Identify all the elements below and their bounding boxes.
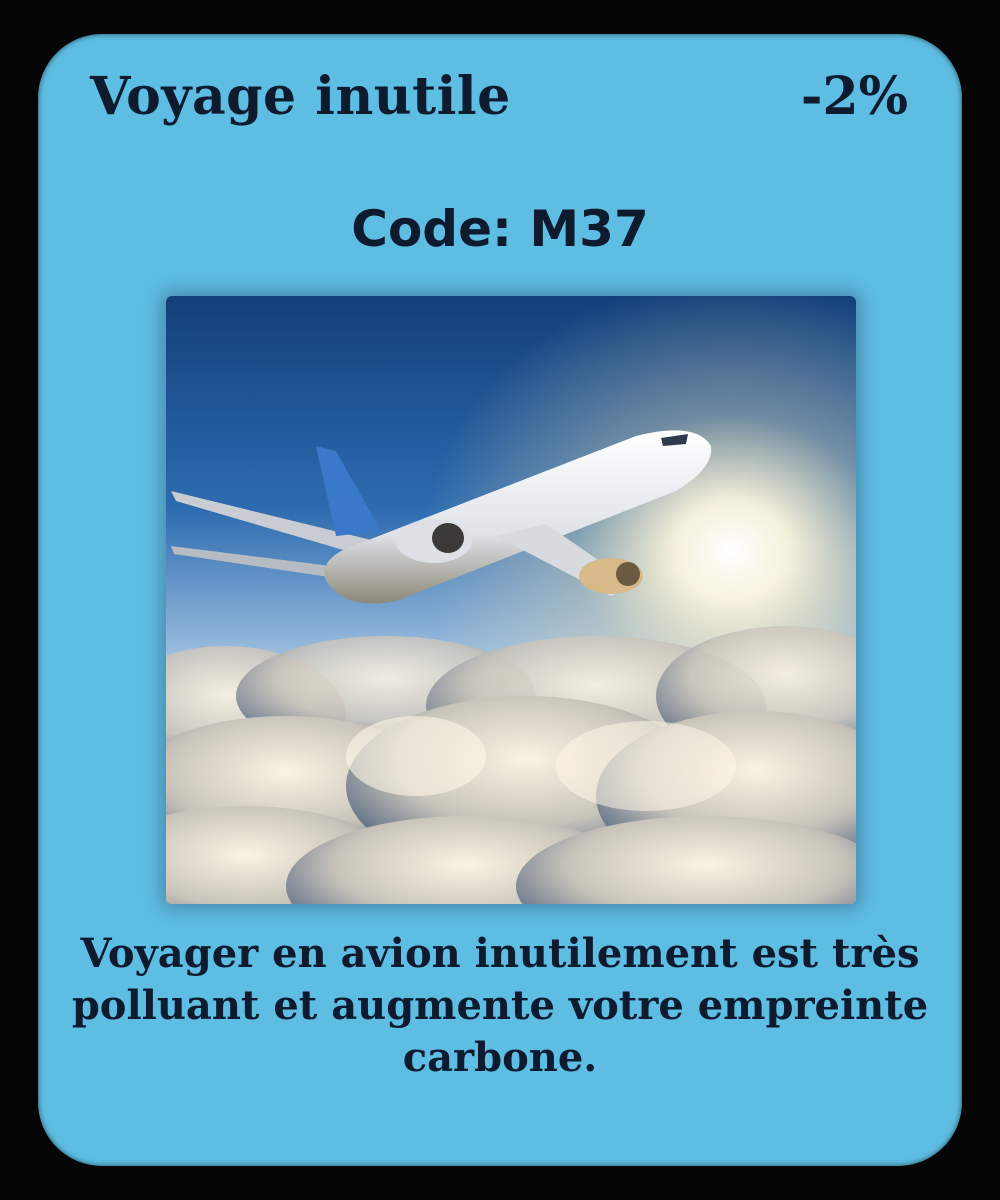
airplane-clouds-image (166, 296, 856, 904)
card-code: Code: M37 (351, 200, 649, 258)
card-title: Voyage inutile (90, 66, 511, 127)
card-description: Voyager en avion inutilement est très po… (71, 930, 929, 1081)
clouds (166, 626, 856, 904)
penalty-value: -2% (800, 66, 908, 127)
airplane-illustration (166, 296, 856, 904)
